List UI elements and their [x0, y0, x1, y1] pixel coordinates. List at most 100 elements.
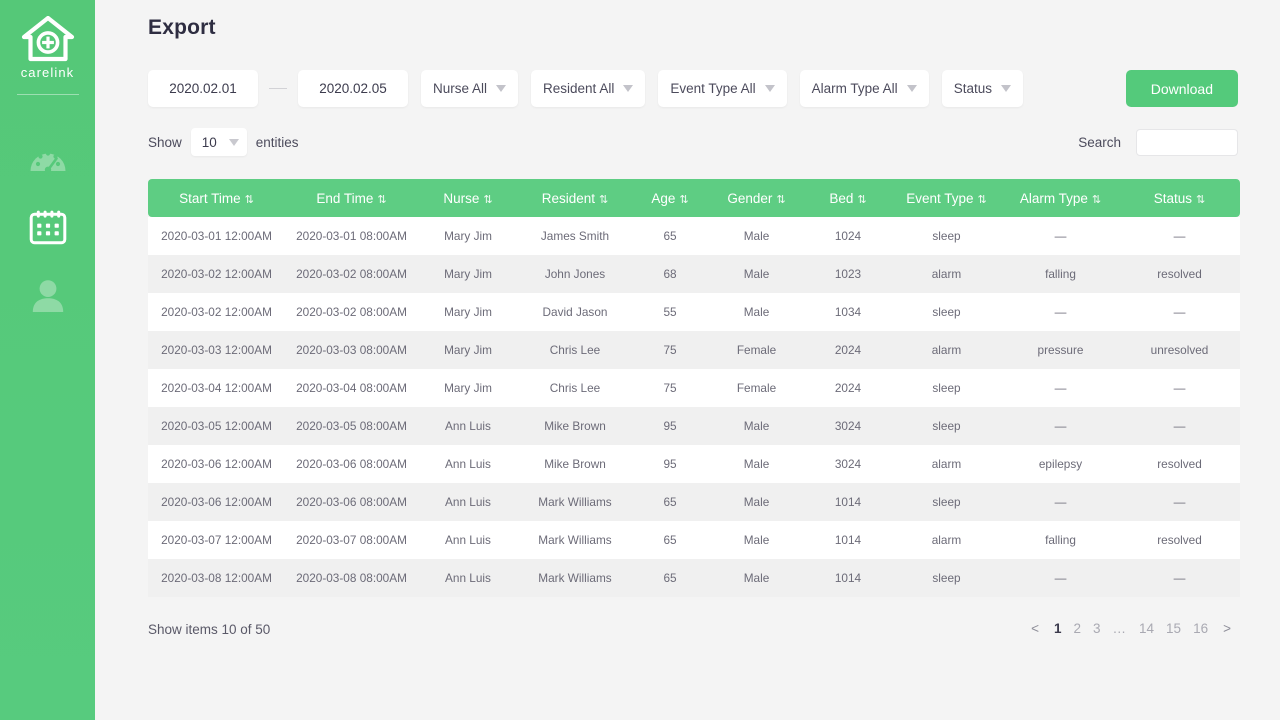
column-header-gender[interactable]: Gender⇅ — [708, 179, 805, 217]
column-header-alarm-type[interactable]: Alarm Type⇅ — [1002, 179, 1119, 217]
column-header-age[interactable]: Age⇅ — [632, 179, 708, 217]
status-filter-select[interactable]: Status — [942, 70, 1023, 107]
column-label: Resident — [542, 191, 595, 206]
table-row[interactable]: 2020-03-02 12:00AM2020-03-02 08:00AMMary… — [148, 255, 1240, 293]
cell-resident: James Smith — [518, 217, 632, 255]
cell-nurse: Mary Jim — [418, 293, 518, 331]
download-button[interactable]: Download — [1126, 70, 1238, 107]
table-row[interactable]: 2020-03-06 12:00AM2020-03-06 08:00AMAnn … — [148, 483, 1240, 521]
table-row[interactable]: 2020-03-02 12:00AM2020-03-02 08:00AMMary… — [148, 293, 1240, 331]
chevron-down-icon — [623, 85, 633, 92]
column-header-nurse[interactable]: Nurse⇅ — [418, 179, 518, 217]
cell-event-type: sleep — [891, 293, 1002, 331]
cell-resident: Mark Williams — [518, 559, 632, 597]
cell-gender: Male — [708, 407, 805, 445]
page-size-select[interactable]: 10 — [191, 128, 247, 156]
table-row[interactable]: 2020-03-08 12:00AM2020-03-08 08:00AMAnn … — [148, 559, 1240, 597]
cell-end-time: 2020-03-02 08:00AM — [285, 255, 418, 293]
date-from-input[interactable]: 2020.02.01 — [148, 70, 258, 107]
cell-start-time: 2020-03-02 12:00AM — [148, 293, 285, 331]
brand-logo[interactable]: carelink — [17, 16, 79, 95]
cell-bed: 1014 — [805, 521, 891, 559]
dashboard-gauge-icon — [29, 143, 67, 173]
cell-age: 75 — [632, 369, 708, 407]
table-row[interactable]: 2020-03-03 12:00AM2020-03-03 08:00AMMary… — [148, 331, 1240, 369]
cell-gender: Male — [708, 217, 805, 255]
cell-end-time: 2020-03-06 08:00AM — [285, 483, 418, 521]
cell-status: — — [1119, 293, 1240, 331]
cell-event-type: alarm — [891, 445, 1002, 483]
cell-status: resolved — [1119, 255, 1240, 293]
cell-nurse: Ann Luis — [418, 559, 518, 597]
app-root: carelink — [0, 0, 1280, 720]
pagination-page-2[interactable]: 2 — [1067, 619, 1087, 639]
chevron-down-icon — [496, 85, 506, 92]
sidebar-item-profile[interactable] — [0, 261, 95, 330]
column-header-resident[interactable]: Resident⇅ — [518, 179, 632, 217]
table-row[interactable]: 2020-03-06 12:00AM2020-03-06 08:00AMAnn … — [148, 445, 1240, 483]
sidebar-divider — [17, 94, 79, 95]
cell-resident: Mike Brown — [518, 445, 632, 483]
cell-status: — — [1119, 483, 1240, 521]
column-label: Age — [651, 191, 675, 206]
pagination-page-14[interactable]: 14 — [1133, 619, 1160, 639]
cell-nurse: Mary Jim — [418, 217, 518, 255]
sidebar-item-calendar[interactable] — [0, 192, 95, 261]
chevron-down-icon — [907, 85, 917, 92]
cell-bed: 1023 — [805, 255, 891, 293]
filter-bar: 2020.02.01 2020.02.05 Nurse All Resident… — [148, 70, 1280, 107]
pagination-page-15[interactable]: 15 — [1160, 619, 1187, 639]
cell-event-type: alarm — [891, 521, 1002, 559]
cell-bed: 1024 — [805, 217, 891, 255]
pagination-ellipsis: … — [1107, 619, 1134, 639]
cell-start-time: 2020-03-08 12:00AM — [148, 559, 285, 597]
pagination-page-3[interactable]: 3 — [1087, 619, 1107, 639]
date-from-value: 2020.02.01 — [169, 81, 237, 96]
sidebar-nav — [0, 123, 95, 330]
search-input[interactable] — [1136, 129, 1238, 156]
cell-age: 75 — [632, 331, 708, 369]
pagination-prev[interactable]: < — [1022, 619, 1048, 639]
cell-start-time: 2020-03-06 12:00AM — [148, 483, 285, 521]
cell-resident: Mike Brown — [518, 407, 632, 445]
date-to-input[interactable]: 2020.02.05 — [298, 70, 408, 107]
cell-resident: Mark Williams — [518, 483, 632, 521]
cell-alarm-type: — — [1002, 217, 1119, 255]
cell-age: 95 — [632, 445, 708, 483]
pagination-page-16[interactable]: 16 — [1187, 619, 1214, 639]
resident-filter-label: Resident All — [543, 81, 614, 96]
column-header-start-time[interactable]: Start Time⇅ — [148, 179, 285, 217]
event-type-filter-select[interactable]: Event Type All — [658, 70, 786, 107]
table-row[interactable]: 2020-03-05 12:00AM2020-03-05 08:00AMAnn … — [148, 407, 1240, 445]
page-size-value: 10 — [202, 135, 217, 150]
sidebar-item-dashboard[interactable] — [0, 123, 95, 192]
cell-age: 68 — [632, 255, 708, 293]
brand-name: carelink — [21, 65, 75, 80]
cell-alarm-type: pressure — [1002, 331, 1119, 369]
cell-bed: 2024 — [805, 331, 891, 369]
export-table: Start Time⇅ End Time⇅ Nurse⇅ Resident⇅ A — [148, 179, 1240, 597]
column-header-bed[interactable]: Bed⇅ — [805, 179, 891, 217]
resident-filter-select[interactable]: Resident All — [531, 70, 645, 107]
table-row[interactable]: 2020-03-07 12:00AM2020-03-07 08:00AMAnn … — [148, 521, 1240, 559]
sort-icon: ⇅ — [978, 194, 987, 206]
column-label: Nurse — [443, 191, 479, 206]
cell-start-time: 2020-03-07 12:00AM — [148, 521, 285, 559]
cell-resident: John Jones — [518, 255, 632, 293]
column-label: Bed — [829, 191, 853, 206]
column-header-status[interactable]: Status⇅ — [1119, 179, 1240, 217]
search-label: Search — [1078, 135, 1121, 150]
column-header-event-type[interactable]: Event Type⇅ — [891, 179, 1002, 217]
table-header-row: Start Time⇅ End Time⇅ Nurse⇅ Resident⇅ A — [148, 179, 1240, 217]
pagination-next[interactable]: > — [1214, 619, 1240, 639]
column-header-end-time[interactable]: End Time⇅ — [285, 179, 418, 217]
column-label: End Time — [316, 191, 373, 206]
sort-icon: ⇅ — [1196, 194, 1205, 206]
cell-event-type: sleep — [891, 369, 1002, 407]
alarm-type-filter-select[interactable]: Alarm Type All — [800, 70, 929, 107]
nurse-filter-select[interactable]: Nurse All — [421, 70, 518, 107]
table-row[interactable]: 2020-03-01 12:00AM2020-03-01 08:00AMMary… — [148, 217, 1240, 255]
cell-nurse: Ann Luis — [418, 483, 518, 521]
table-row[interactable]: 2020-03-04 12:00AM2020-03-04 08:00AMMary… — [148, 369, 1240, 407]
pagination-page-1[interactable]: 1 — [1048, 619, 1068, 639]
